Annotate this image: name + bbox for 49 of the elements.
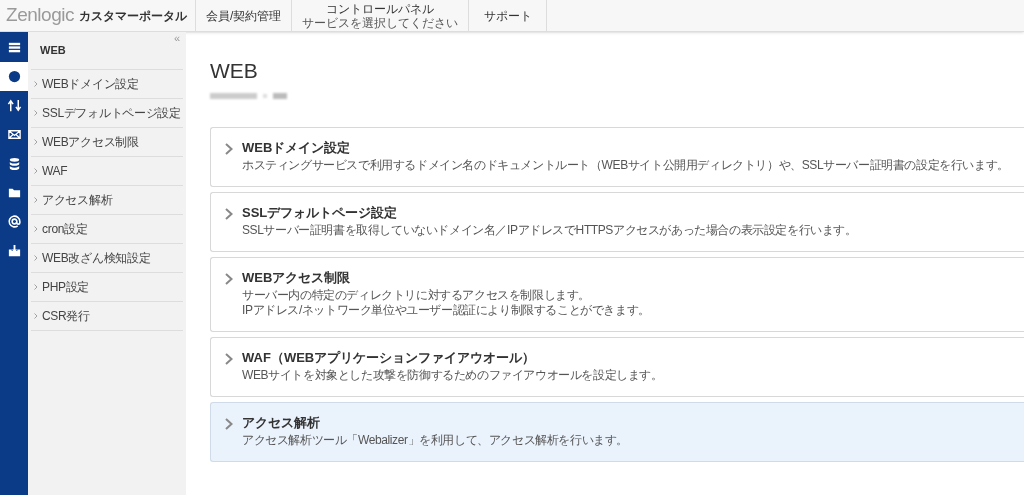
- service-card[interactable]: アクセス解析 アクセス解析ツール「Webalizer」を利用して、アクセス解析を行います。: [210, 402, 1024, 462]
- card-description: SSLサーバー証明書を取得していないドメイン名／IPアドレスでHTTPSアクセスがあった場合の表示設定を行います。: [242, 223, 857, 238]
- chevron-icon: [34, 284, 38, 290]
- chevron-icon: [34, 139, 38, 145]
- chevron-icon: [225, 143, 233, 155]
- envelope-icon: [6, 127, 22, 142]
- service-card[interactable]: SSLデフォルトページ設定 SSLサーバー証明書を取得していないドメイン名／IPアドレスでHTTPSアクセスがあった場合の表示設定を行います。: [210, 192, 1024, 252]
- chevron-icon: [225, 273, 233, 285]
- card-description: サーバー内の特定のディレクトリに対するアクセスを制限します。 IPアドレス/ネットワーク単位やユーザー認証により制限することができます。: [242, 288, 650, 318]
- card-title: WAF（WEBアプリケーションファイアウオール）: [242, 351, 537, 365]
- service-card[interactable]: WEBアクセス制限 サーバー内の特定のディレクトリに対するアクセスを制限します。 IPアドレス/ネットワーク単位やユーザー認証により制限することができます。: [210, 257, 1024, 332]
- chevron-icon: [34, 197, 38, 203]
- sidebar-title: WEB: [40, 43, 66, 59]
- card-title: WEBアクセス制限: [242, 271, 352, 285]
- portal-title: カスタマーポータル: [79, 7, 188, 25]
- chevron-icon: [225, 353, 233, 365]
- sidebar-item[interactable]: cron設定: [31, 215, 183, 244]
- card-title: SSLデフォルトページ設定: [242, 206, 399, 220]
- nav-tab[interactable]: コントロールパネル サービスを選択してください: [292, 0, 470, 31]
- chevron-icon: [34, 226, 38, 232]
- sidebar-item[interactable]: WEBアクセス制限: [31, 128, 183, 157]
- chevron-icon: [225, 208, 233, 220]
- nav-tab[interactable]: サポート: [469, 0, 548, 31]
- sidebar-item[interactable]: SSLデフォルトページ設定: [31, 99, 183, 128]
- chevron-icon: [34, 110, 38, 116]
- sidebar-item[interactable]: WEB改ざん検知設定: [31, 244, 183, 273]
- page-title: WEB: [210, 60, 259, 81]
- up-down-arrows-icon: [6, 98, 22, 113]
- service-card[interactable]: WAF（WEBアプリケーションファイアウオール） WEBサイトを対象とした攻撃を防御するためのファイアウオールを設定します。: [210, 337, 1024, 397]
- menu-icon: [6, 40, 22, 55]
- card-description: ホスティングサービスで利用するドメイン名のドキュメントルート（WEBサイト公開用ディレクトリ）や、SSLサーバー証明書の設定を行います。: [242, 158, 1009, 173]
- sidebar-item[interactable]: アクセス解析: [31, 186, 183, 215]
- nav-tab[interactable]: 会員/契約管理: [196, 0, 293, 31]
- sidebar-item[interactable]: PHP設定: [31, 273, 183, 302]
- chevron-icon: [34, 168, 38, 174]
- sidebar-item[interactable]: WEBドメイン設定: [31, 70, 183, 99]
- download-icon: [6, 243, 22, 258]
- at-sign-icon: [6, 214, 22, 229]
- chevron-icon: [34, 255, 38, 261]
- service-card[interactable]: WEBドメイン設定 ホスティングサービスで利用するドメイン名のドキュメントルート（WEBサイト公開用ディレクトリ）や、SSLサーバー証明書の設定を行います。: [210, 127, 1024, 187]
- card-description: アクセス解析ツール「Webalizer」を利用して、アクセス解析を行います。: [242, 433, 628, 448]
- card-title: WEBドメイン設定: [242, 141, 352, 155]
- sidebar-item[interactable]: CSR発行: [31, 302, 183, 331]
- card-title: アクセス解析: [242, 416, 321, 430]
- chevron-icon: [225, 418, 233, 430]
- card-description: WEBサイトを対象とした攻撃を防御するためのファイアウオールを設定します。: [242, 368, 663, 383]
- chevron-icon: [34, 81, 38, 87]
- chevron-icon: [34, 313, 38, 319]
- sidebar-item[interactable]: WAF: [31, 157, 183, 186]
